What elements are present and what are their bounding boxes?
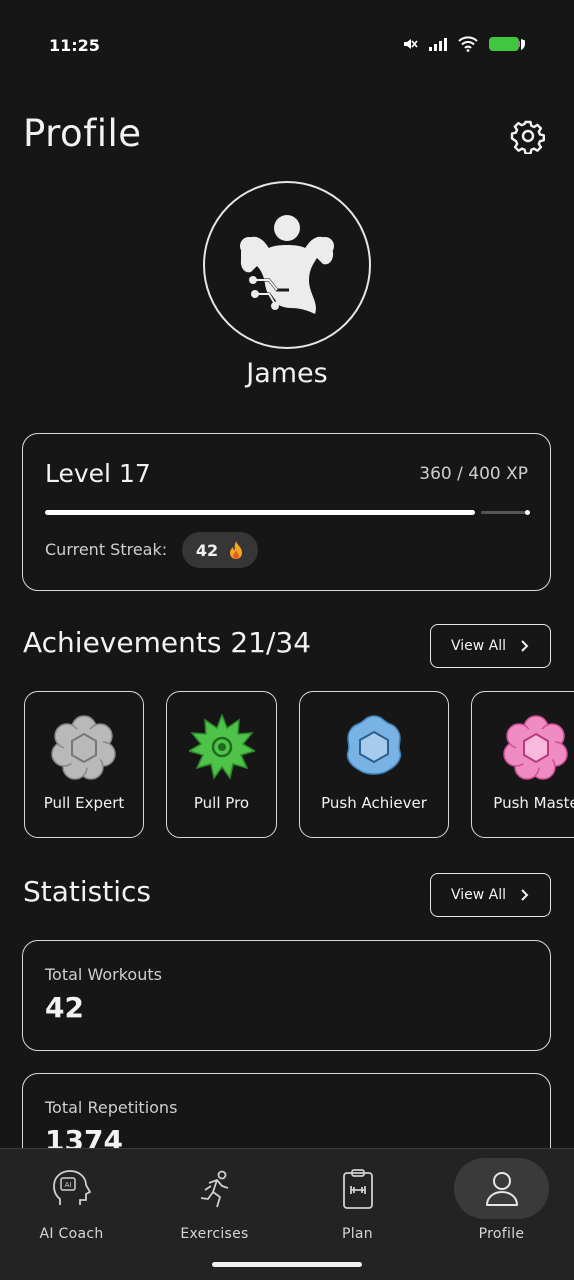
- achievement-card[interactable]: Push Achiever: [299, 691, 449, 838]
- badge-hexagon-icon: [346, 715, 402, 775]
- chevron-right-icon: [521, 640, 529, 652]
- stat-label: Total Repetitions: [45, 1098, 178, 1117]
- gear-icon: [510, 120, 545, 155]
- statistics-title: Statistics: [23, 875, 151, 908]
- chevron-right-icon: [521, 889, 529, 901]
- mute-icon: [404, 39, 418, 49]
- tab-ai-coach[interactable]: AI AI Coach: [0, 1149, 143, 1249]
- home-indicator: [212, 1262, 362, 1267]
- ai-coach-icon: AI: [52, 1170, 91, 1205]
- tab-plan[interactable]: Plan: [286, 1149, 429, 1249]
- status-icons: [402, 36, 526, 52]
- stat-value: 42: [45, 991, 84, 1024]
- settings-button[interactable]: [510, 118, 546, 155]
- xp-text: 360 / 400 XP: [419, 464, 528, 484]
- achievement-card[interactable]: Pull Expert: [24, 691, 144, 838]
- tab-exercises[interactable]: Exercises: [143, 1149, 286, 1249]
- stat-label: Total Workouts: [45, 965, 162, 984]
- status-bar: 11:25: [0, 0, 574, 92]
- status-time: 11:25: [49, 36, 100, 55]
- tab-label: Plan: [342, 1226, 373, 1242]
- level-card: Level 17 360 / 400 XP Current Streak: 42: [22, 433, 551, 591]
- stat-card[interactable]: Total Workouts 42: [22, 940, 551, 1051]
- achievement-label: Pull Expert: [43, 794, 125, 812]
- page-title: Profile: [23, 112, 142, 155]
- xp-progress-bar: [45, 510, 530, 515]
- badge-star-icon: [188, 714, 255, 780]
- plan-clipboard-icon: [342, 1169, 373, 1209]
- tab-label: AI Coach: [39, 1226, 104, 1242]
- streak-value: 42: [195, 540, 219, 560]
- achievement-card[interactable]: Push Maste: [471, 691, 574, 838]
- achievements-title: Achievements 21/34: [23, 626, 312, 659]
- xp-progress-fill: [45, 510, 475, 515]
- view-all-label: View All: [450, 638, 507, 654]
- achievement-card[interactable]: Pull Pro: [166, 691, 277, 838]
- tab-profile[interactable]: Profile: [430, 1149, 573, 1249]
- level-title: Level 17: [45, 459, 151, 488]
- avatar[interactable]: [203, 181, 371, 349]
- achievements-view-all-button[interactable]: View All: [430, 624, 551, 668]
- flame-icon: [230, 541, 243, 559]
- xp-progress-end: [525, 510, 530, 515]
- achievement-label: Pull Pro: [193, 794, 250, 812]
- view-all-label: View All: [450, 887, 507, 903]
- user-icon: [485, 1172, 518, 1206]
- xp-progress-remaining: [481, 511, 529, 514]
- achievement-label: Push Maste: [493, 794, 574, 812]
- streak-label: Current Streak:: [45, 540, 168, 559]
- battery-icon: [489, 37, 525, 51]
- badge-flower-icon: [503, 715, 568, 780]
- wifi-icon: [458, 36, 478, 52]
- svg-text:AI: AI: [64, 1181, 71, 1189]
- achievement-label: Push Achiever: [321, 794, 427, 812]
- badge-flower-icon: [51, 715, 116, 780]
- statistics-view-all-button[interactable]: View All: [430, 873, 551, 917]
- profile-name: James: [246, 358, 328, 389]
- signal-icon: [429, 38, 447, 51]
- tab-label: Exercises: [180, 1226, 249, 1242]
- tab-label: Profile: [478, 1226, 525, 1242]
- running-icon: [200, 1170, 228, 1208]
- tab-bar: AI AI Coach Exercises Plan Profile: [0, 1148, 574, 1280]
- muscle-avatar-icon: [240, 215, 334, 314]
- streak-badge: 42: [182, 532, 258, 568]
